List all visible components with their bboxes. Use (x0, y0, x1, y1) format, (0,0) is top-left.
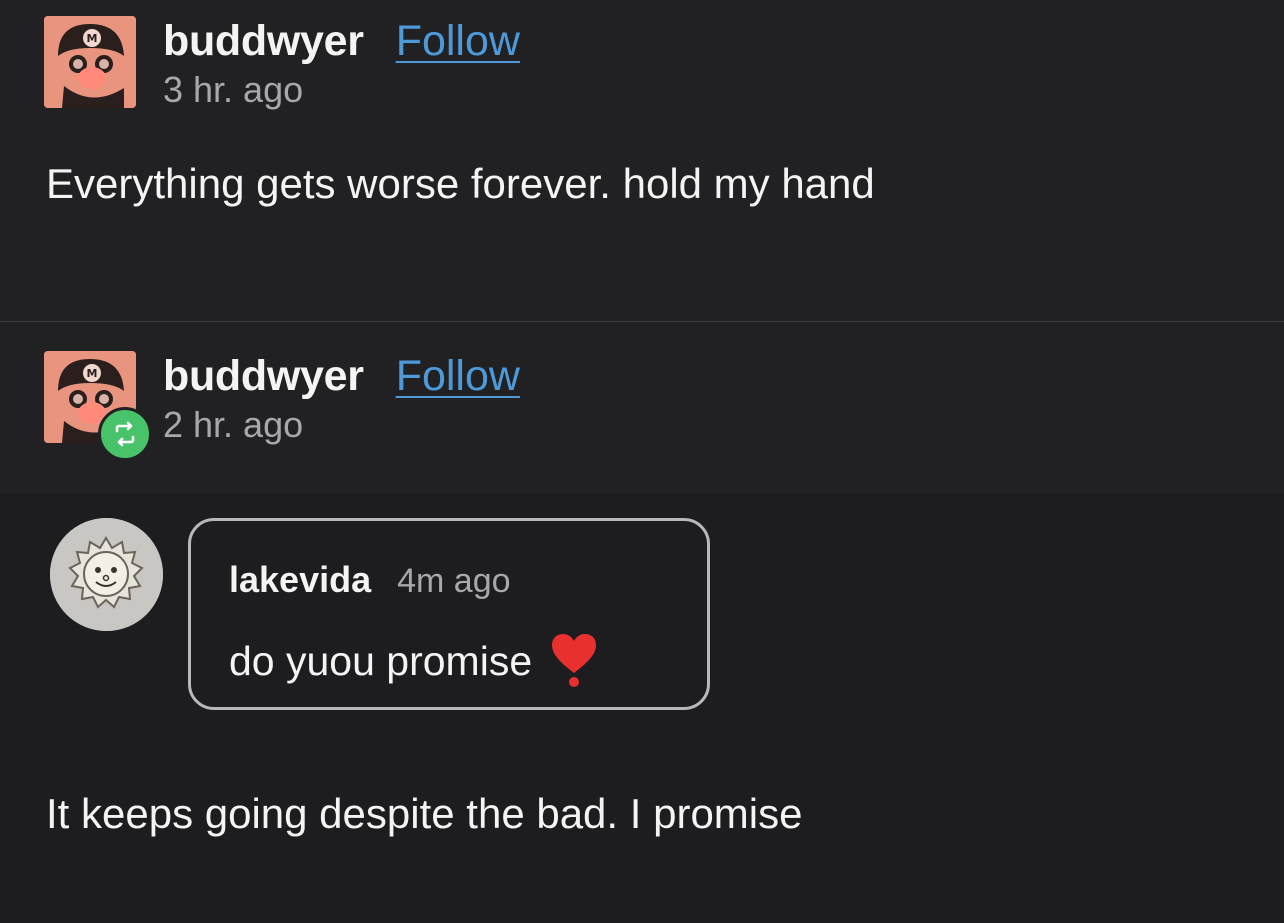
comment-text-row: do yuou promise (229, 633, 598, 689)
post-header: M buddwyer Follow 3 hr. ago (44, 16, 1244, 116)
red-heart-exclamation-icon (550, 633, 598, 689)
reblog-body: It keeps going despite the bad. I promis… (46, 790, 803, 837)
post-timestamp: 3 hr. ago (163, 69, 304, 110)
comment-meta: lakevida 4m ago (229, 559, 511, 601)
reblog-thread: M buddwyer Follow 3 hr. ago Everything g… (0, 0, 1284, 923)
reblog-icon (98, 407, 152, 461)
reblog-header: M buddwyer Follow 2 hr. ago (44, 351, 1244, 461)
name-row: buddwyer Follow (163, 351, 520, 401)
comment-text: do yuou promise (229, 637, 533, 684)
post-username[interactable]: buddwyer (163, 352, 364, 401)
follow-link[interactable]: Follow (396, 17, 520, 66)
name-row: buddwyer Follow (163, 16, 520, 66)
post-timestamp: 2 hr. ago (163, 404, 304, 445)
svg-text:M: M (87, 32, 98, 45)
follow-link[interactable]: Follow (396, 352, 520, 401)
post-username[interactable]: buddwyer (163, 17, 364, 66)
svg-text:M: M (87, 367, 98, 380)
divider (0, 321, 1284, 322)
comment-username[interactable]: lakevida (229, 559, 371, 601)
quoted-comment: lakevida 4m ago do yuou promise (188, 518, 710, 710)
comment-timestamp: 4m ago (397, 562, 511, 600)
post-body: Everything gets worse forever. hold my h… (46, 160, 875, 207)
sun-face-avatar[interactable] (50, 518, 163, 631)
mario-avatar[interactable]: M (44, 16, 136, 108)
